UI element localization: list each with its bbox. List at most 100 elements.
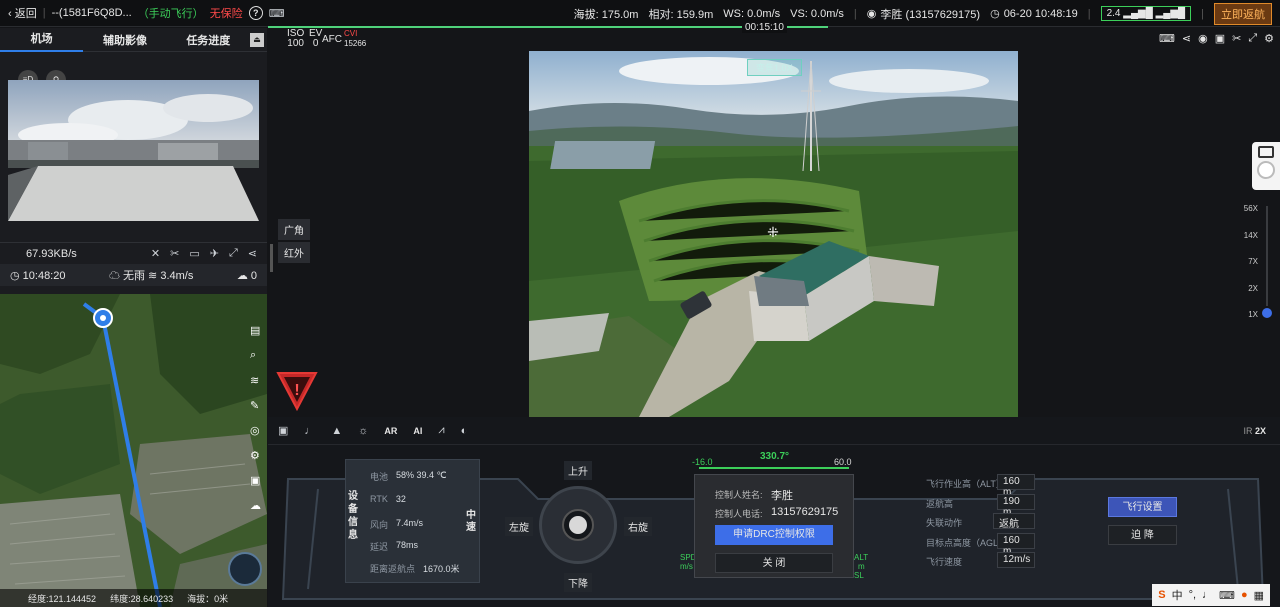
main-video[interactable]: ⁜ 变焦1.0X: [529, 51, 1018, 417]
tab-aux-video[interactable]: 辅助影像: [83, 32, 166, 48]
satellite-map[interactable]: ▤ ⌕ ≋ ✎ ◎ ⚙ ▣ ☁: [0, 294, 267, 607]
help-icon[interactable]: ?: [248, 6, 263, 20]
cvi-value: 15266: [344, 39, 367, 48]
setting-label-alt: 飞行作业高（ALT）: [926, 479, 1005, 489]
apply-drc-button[interactable]: 申请DRC控制权限: [715, 525, 833, 545]
tab-task-progress[interactable]: 任务进度: [167, 32, 250, 48]
setting-label-rth: 返航高: [926, 499, 954, 509]
cut-icon[interactable]: ✂: [170, 247, 179, 260]
camera-icon[interactable]: ▣: [1215, 32, 1225, 45]
ime-lang[interactable]: 中: [1172, 587, 1183, 603]
gear-icon[interactable]: ⚙: [250, 449, 261, 462]
search-icon[interactable]: ⌕: [250, 349, 261, 362]
cloud-icon[interactable]: ☁: [250, 499, 261, 512]
lens-wide-button[interactable]: 广角: [278, 219, 310, 240]
device-id: --(1581F6Q8D...: [51, 7, 132, 19]
alt-unit: m: [858, 562, 865, 571]
fullscreen-icon[interactable]: ⤢: [1248, 32, 1257, 45]
signal-indicator: 2.4 ▂▄▆█ ▂▄▆█: [1100, 6, 1192, 21]
keyboard-icon[interactable]: ⌨: [269, 7, 285, 20]
camera-toolbar: ▣ ♩ ▲ ☼ AR AI ⩘ ◐ IR 2X: [268, 417, 1280, 445]
punct-icon[interactable]: °,: [1189, 589, 1196, 601]
home-distance-label: 距离返航点: [370, 564, 416, 574]
back-button[interactable]: ‹ 返回: [8, 5, 37, 21]
cut-icon[interactable]: ✂: [1232, 32, 1241, 45]
share-icon[interactable]: ⋖: [248, 247, 257, 260]
setting-value-alt[interactable]: 160 m: [997, 474, 1035, 498]
battery-row: 电池 58% 39.4 ℃: [370, 470, 447, 483]
close-icon[interactable]: ✕: [151, 247, 160, 260]
zoom-2x[interactable]: 2X: [1248, 284, 1258, 293]
descend-button[interactable]: 下降: [564, 573, 592, 592]
zoom-7x[interactable]: 7X: [1248, 257, 1258, 266]
layers-icon[interactable]: ≋: [250, 374, 261, 387]
collapse-icon[interactable]: ⏏: [249, 32, 264, 47]
stream-stats-row: 67.93KB/s ✕ ✂ ▭ ✈ ⤢ ⋖: [0, 242, 267, 264]
dock-camera-view: [8, 80, 259, 221]
mountain-icon[interactable]: ⩘: [438, 424, 444, 437]
keyboard-icon[interactable]: ⌨: [1219, 589, 1235, 602]
record-icon[interactable]: ◉: [1198, 32, 1208, 45]
map-image: [0, 294, 267, 607]
warning-icon[interactable]: !: [276, 371, 318, 411]
dock-camera-image: [8, 80, 259, 221]
close-dialog-button[interactable]: 关 闭: [715, 553, 833, 573]
ir-zoom: 2X: [1254, 426, 1266, 436]
joystick[interactable]: [539, 486, 617, 564]
wind-speed-readout: WS: 0.0m/s: [723, 7, 781, 20]
ascend-button[interactable]: 上升: [564, 461, 592, 480]
lens-ir-button[interactable]: 红外: [278, 242, 310, 263]
wind-label: 风向: [370, 520, 389, 530]
mode-icon[interactable]: [1258, 146, 1274, 158]
shutter-button[interactable]: [1257, 161, 1275, 179]
setting-value-lost[interactable]: 返航: [993, 513, 1035, 530]
skin-icon[interactable]: ●: [1241, 589, 1248, 601]
sogou-icon[interactable]: S: [1158, 589, 1165, 601]
mic-icon[interactable]: ♩: [1202, 589, 1213, 601]
apps-icon[interactable]: ▦: [1254, 589, 1264, 602]
contrast-icon[interactable]: ◐: [461, 425, 468, 437]
setting-value-speed[interactable]: 12m/s: [997, 552, 1035, 568]
video-frame: ⁜: [529, 51, 1018, 417]
locate-icon[interactable]: ◎: [250, 424, 261, 437]
setting-value-rth[interactable]: 190 m: [997, 494, 1035, 518]
ai-button[interactable]: AI: [413, 426, 422, 436]
clock-icon: ◷: [990, 8, 1000, 20]
setting-value-agl[interactable]: 160 m: [997, 533, 1035, 557]
rotate-right-button[interactable]: 右旋: [624, 517, 652, 536]
settings-icon[interactable]: ⚙: [1264, 32, 1274, 45]
speed-mode[interactable]: 中速: [466, 510, 480, 534]
compass-icon[interactable]: [228, 552, 262, 586]
ruler-icon[interactable]: ✎: [250, 399, 261, 412]
alt-label: ALT: [854, 553, 869, 562]
forced-landing-button[interactable]: 迫 降: [1108, 525, 1177, 545]
home-distance-row: 距离返航点 1670.0米: [370, 562, 460, 575]
zoom-14x[interactable]: 14X: [1244, 231, 1258, 240]
video-icon[interactable]: ▭: [189, 247, 199, 260]
fullscreen-icon[interactable]: ⤢: [229, 247, 238, 260]
cursor-icon[interactable]: ▲: [331, 425, 342, 437]
heading-scale: [699, 467, 849, 469]
zoom-slider-knob[interactable]: [1262, 308, 1272, 318]
folder-icon[interactable]: ▤: [250, 324, 261, 337]
rotate-left-button[interactable]: 左旋: [505, 517, 533, 536]
brightness-icon[interactable]: ☼: [358, 425, 368, 437]
zoom-1x[interactable]: 1X: [1248, 310, 1258, 319]
alt-indicator: ALT m SL: [854, 553, 868, 580]
tab-dock[interactable]: 机场: [0, 28, 84, 52]
panel-resize-handle[interactable]: [270, 244, 273, 272]
ar-button[interactable]: AR: [384, 426, 397, 436]
zoom-slider-track[interactable]: [1266, 206, 1268, 306]
drone-icon[interactable]: ✈: [210, 247, 219, 260]
zoom-56x[interactable]: 56X: [1244, 204, 1258, 213]
return-home-button[interactable]: 立即返航: [1214, 2, 1272, 25]
camera-icon[interactable]: ▣: [278, 424, 288, 437]
ir-label: IR: [1243, 426, 1253, 436]
keyboard-icon[interactable]: ⌨: [1159, 32, 1175, 45]
photo-icon[interactable]: ▣: [250, 474, 261, 487]
cvi-indicator: CVI 15266: [344, 29, 366, 49]
stream-rate: 67.93KB/s: [26, 247, 77, 260]
flight-settings-button[interactable]: 飞行设置: [1108, 497, 1177, 517]
mic-icon[interactable]: ♩: [304, 425, 315, 437]
share-icon[interactable]: ⋖: [1182, 32, 1191, 45]
